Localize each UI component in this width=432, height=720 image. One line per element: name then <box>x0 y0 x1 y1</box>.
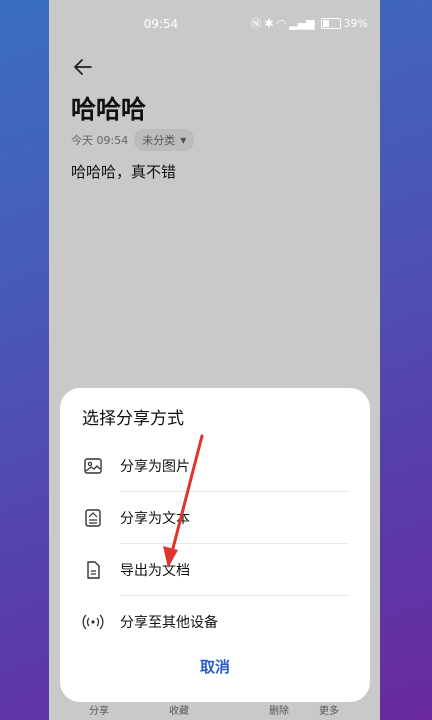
share-to-other-devices-option[interactable]: 分享至其他设备 <box>60 596 370 647</box>
toolbar-delete[interactable]: 删除 <box>269 702 289 717</box>
option-label: 分享至其他设备 <box>120 614 218 631</box>
back-button[interactable] <box>69 53 97 81</box>
share-as-image-option[interactable]: 分享为图片 <box>60 440 370 491</box>
note-meta: 今天 09:54 未分类 ▼ <box>71 129 195 151</box>
wifi-icon: ◠ <box>276 16 287 30</box>
category-label: 未分类 <box>142 134 176 147</box>
text-doc-icon <box>82 507 104 529</box>
status-icons: Ⓝ ✱ ◠ ▂▄▆ 39% <box>250 15 368 31</box>
cancel-button[interactable]: 取消 <box>60 656 370 677</box>
status-time: 09:54 <box>143 17 179 31</box>
image-icon <box>82 455 104 477</box>
export-as-document-option[interactable]: 导出为文档 <box>60 544 370 595</box>
back-arrow-icon <box>74 59 92 75</box>
caret-down-icon: ▼ <box>180 135 187 145</box>
battery-percent: 39% <box>343 16 368 30</box>
document-icon <box>82 559 104 581</box>
note-date: 今天 09:54 <box>71 134 129 147</box>
bluetooth-icon: ✱ <box>264 16 274 30</box>
option-label: 分享为图片 <box>120 458 190 475</box>
toolbar-share[interactable]: 分享 <box>89 702 109 717</box>
status-bar: 09:54 Ⓝ ✱ ◠ ▂▄▆ 39% <box>49 0 380 46</box>
share-sheet: 选择分享方式 分享为图片 分享为文本 导出为文档 分享至其他设备 取消 <box>60 388 370 702</box>
share-as-text-option[interactable]: 分享为文本 <box>60 492 370 543</box>
signal-icon: ▂▄▆ <box>289 16 315 30</box>
toolbar-more[interactable]: 更多 <box>319 702 339 717</box>
note-title[interactable]: 哈哈哈 <box>71 90 146 126</box>
option-label: 分享为文本 <box>120 510 190 527</box>
option-label: 导出为文档 <box>120 562 190 579</box>
note-body[interactable]: 哈哈哈，真不错 <box>71 161 176 182</box>
nfc-icon: Ⓝ <box>250 17 262 30</box>
battery-icon <box>320 17 341 29</box>
category-dropdown[interactable]: 未分类 ▼ <box>134 129 195 151</box>
cast-icon <box>82 611 104 633</box>
share-sheet-title: 选择分享方式 <box>82 409 184 429</box>
toolbar-favorite[interactable]: 收藏 <box>169 702 189 717</box>
